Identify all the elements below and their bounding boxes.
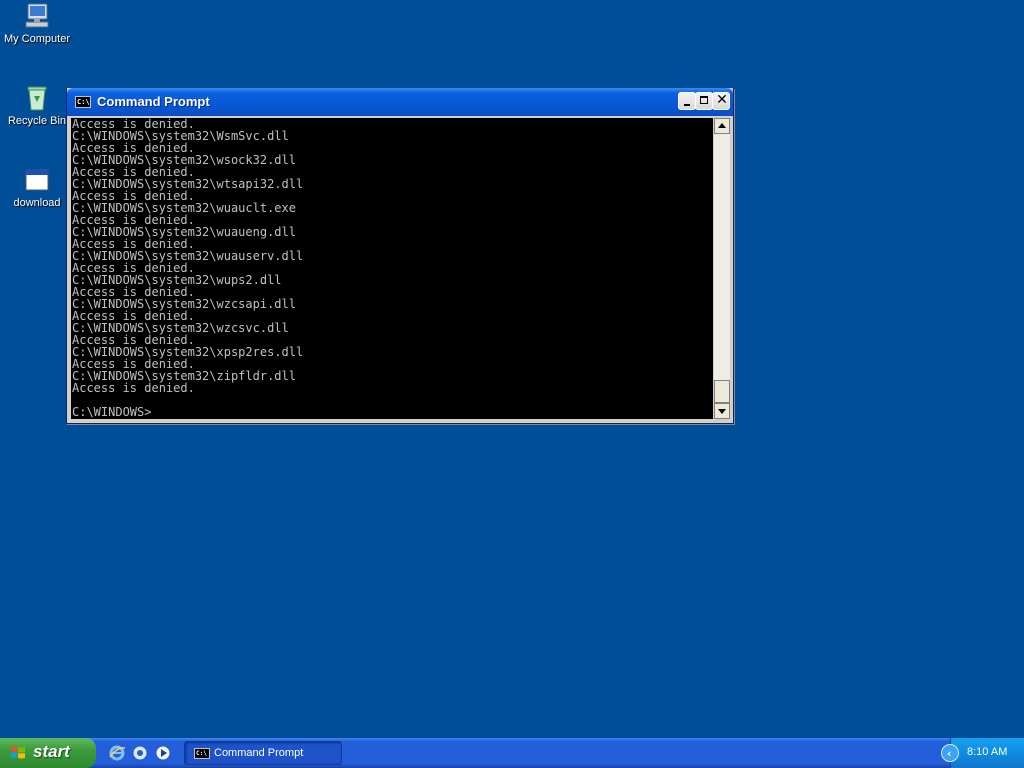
command-prompt-window[interactable]: C:\ Command Prompt ✕ Access is denied. C… <box>66 88 734 424</box>
desktop-icon-label: Recycle Bin <box>7 115 67 127</box>
console-icon: C:\ <box>75 96 91 108</box>
system-tray: ‹ 8:10 AM <box>941 738 1024 768</box>
desktop-icon-download[interactable]: download <box>0 166 74 210</box>
console-line: Access is denied. <box>72 381 195 395</box>
console-icon: C:\ <box>194 748 210 759</box>
my-computer-icon <box>25 3 49 28</box>
player-icon[interactable] <box>154 744 172 762</box>
scroll-up-button[interactable] <box>714 118 730 134</box>
arrow-up-icon <box>718 123 726 128</box>
maximize-button[interactable] <box>695 92 713 110</box>
start-label: start <box>33 742 70 761</box>
recycle-bin-icon <box>27 86 47 111</box>
scroll-thumb[interactable] <box>714 380 730 403</box>
window-title: Command Prompt <box>97 94 210 109</box>
taskbar: start C:\ Command Prompt ‹ 8:10 AM <box>0 738 1024 768</box>
taskbar-button-command-prompt[interactable]: C:\ Command Prompt <box>184 741 342 765</box>
clock[interactable]: 8:10 AM <box>967 746 1007 758</box>
show-hidden-icons-button[interactable]: ‹ <box>941 744 959 762</box>
internet-explorer-icon[interactable] <box>108 744 126 762</box>
minimize-icon <box>684 104 690 106</box>
console-prompt[interactable]: C:\WINDOWS> <box>71 406 713 418</box>
media-icon[interactable] <box>131 744 149 762</box>
desktop-icon-my-computer[interactable]: My Computer <box>0 2 74 46</box>
title-bar[interactable]: C:\ Command Prompt ✕ <box>67 88 733 116</box>
vertical-scrollbar[interactable] <box>714 118 730 419</box>
desktop-icon-label: download <box>13 197 61 209</box>
window-file-icon <box>25 169 49 191</box>
taskbar-button-label: Command Prompt <box>214 747 304 759</box>
minimize-button[interactable] <box>678 92 696 110</box>
desktop-icon-recycle-bin[interactable]: Recycle Bin <box>0 84 74 128</box>
close-icon: ✕ <box>716 92 728 108</box>
start-button[interactable]: start <box>0 738 96 768</box>
desktop: My Computer Recycle Bin download C:\ Com… <box>0 0 1024 738</box>
chevron-left-icon: ‹ <box>947 747 952 760</box>
arrow-down-icon <box>718 409 726 414</box>
maximize-icon <box>700 96 708 104</box>
close-button[interactable]: ✕ <box>712 92 730 110</box>
windows-logo-icon <box>11 746 25 759</box>
desktop-icon-label: My Computer <box>3 33 71 45</box>
scroll-down-button[interactable] <box>714 403 730 419</box>
console-output[interactable]: Access is denied. C:\WINDOWS\system32\Ws… <box>71 118 713 419</box>
